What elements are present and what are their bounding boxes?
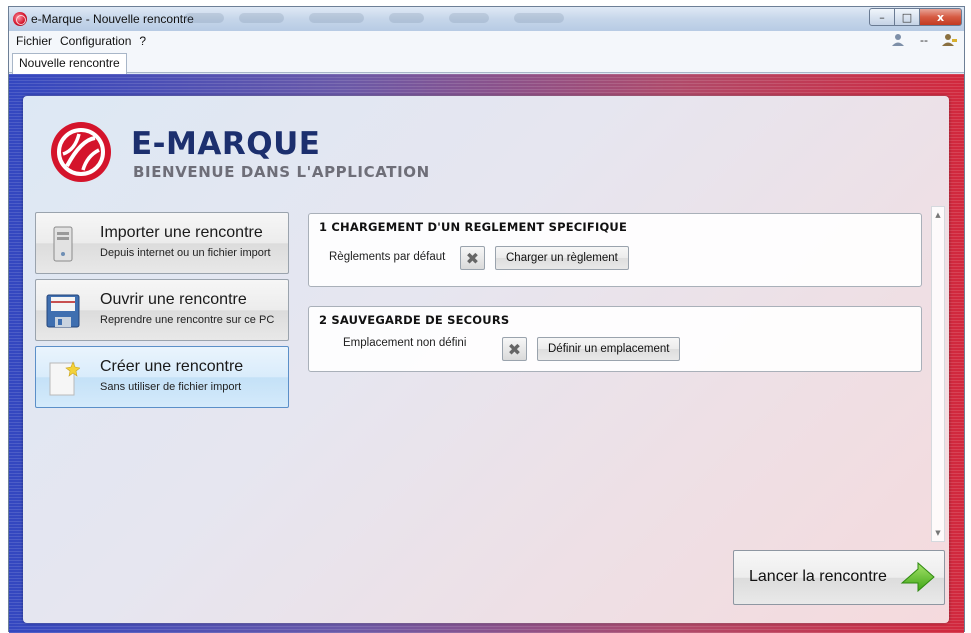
sauvegarde-status: Emplacement non défini (343, 337, 467, 349)
menu-configuration[interactable]: Configuration (56, 34, 135, 48)
close-button[interactable]: x (920, 8, 962, 26)
app-logo-icon (13, 12, 27, 26)
create-match-button[interactable]: Créer une rencontre Sans utiliser de fic… (35, 346, 289, 408)
title-ghost-text (309, 13, 364, 23)
reglement-status: Règlements par défaut (329, 251, 446, 263)
app-window: e-Marque - Nouvelle rencontre – □ x Fich… (8, 6, 965, 633)
open-match-button[interactable]: Ouvrir une rencontre Reprendre une renco… (35, 279, 289, 341)
title-bar[interactable]: e-Marque - Nouvelle rencontre – □ x (9, 7, 964, 31)
title-ghost-text (514, 13, 564, 23)
open-match-title: Ouvrir une rencontre (100, 291, 247, 308)
section-sauvegarde-title: 2 SAUVEGARDE DE SECOURS (319, 313, 510, 327)
tab-strip: Nouvelle rencontre (9, 51, 964, 74)
brand-title: E-MARQUE (131, 126, 321, 162)
content-frame: E-MARQUE BIENVENUE DANS L'APPLICATION Im… (9, 74, 964, 633)
open-match-subtitle: Reprendre une rencontre sur ce PC (100, 314, 275, 326)
title-ghost-text (389, 13, 424, 23)
launch-match-button[interactable]: Lancer la rencontre (733, 550, 945, 605)
create-match-title: Créer une rencontre (100, 358, 244, 375)
clear-backup-location-button[interactable]: ✖ (502, 337, 527, 361)
floppy-disk-icon (46, 294, 80, 328)
connection-status: -- (920, 33, 928, 47)
user-upload-icon[interactable] (890, 33, 906, 47)
maximize-button[interactable]: □ (895, 8, 920, 26)
menu-fichier[interactable]: Fichier (12, 34, 56, 48)
user-key-icon[interactable] (942, 33, 958, 47)
green-arrow-icon (900, 561, 935, 593)
import-match-button[interactable]: Importer une rencontre Depuis internet o… (35, 212, 289, 274)
menu-help[interactable]: ? (135, 34, 150, 48)
section-reglement-title: 1 CHARGEMENT D'UN REGLEMENT SPECIFIQUE (319, 220, 628, 234)
welcome-subtitle: BIENVENUE DANS L'APPLICATION (133, 163, 430, 181)
basketball-logo-icon (51, 122, 111, 182)
vertical-scrollbar[interactable]: ▲ ▼ (931, 206, 945, 542)
launch-match-label: Lancer la rencontre (749, 568, 887, 585)
title-ghost-text (184, 13, 224, 23)
scroll-down-icon[interactable]: ▼ (932, 527, 944, 539)
close-x-icon: ✖ (465, 248, 480, 268)
minimize-button[interactable]: – (869, 8, 895, 26)
scroll-up-icon[interactable]: ▲ (932, 209, 944, 221)
create-match-subtitle: Sans utiliser de fichier import (100, 381, 242, 393)
import-match-subtitle: Depuis internet ou un fichier import (100, 247, 271, 259)
title-ghost-text (449, 13, 489, 23)
import-match-title: Importer une rencontre (100, 224, 263, 241)
close-x-icon: ✖ (507, 339, 522, 359)
tab-nouvelle-rencontre[interactable]: Nouvelle rencontre (12, 53, 127, 74)
clear-reglement-button[interactable]: ✖ (460, 246, 485, 270)
window-controls: – □ x (869, 8, 962, 26)
welcome-panel: E-MARQUE BIENVENUE DANS L'APPLICATION Im… (23, 96, 949, 623)
server-icon (53, 226, 73, 262)
load-reglement-button[interactable]: Charger un règlement (495, 246, 629, 270)
title-ghost-text (239, 13, 284, 23)
section-sauvegarde: 2 SAUVEGARDE DE SECOURS Emplacement non … (308, 306, 922, 372)
new-document-icon (49, 361, 80, 396)
set-backup-location-button[interactable]: Définir un emplacement (537, 337, 681, 361)
menu-bar: Fichier Configuration ? -- (9, 31, 964, 51)
section-reglement: 1 CHARGEMENT D'UN REGLEMENT SPECIFIQUE R… (308, 213, 922, 287)
menubar-tray: -- (890, 33, 958, 47)
window-title: e-Marque - Nouvelle rencontre (31, 12, 194, 26)
